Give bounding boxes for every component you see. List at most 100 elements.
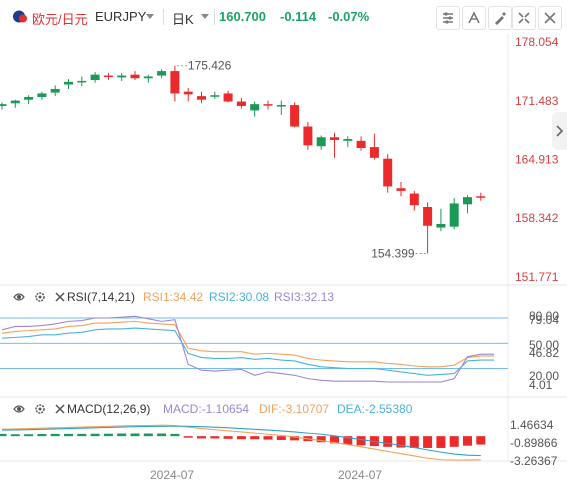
candlestick	[383, 158, 393, 187]
macd-histogram-bar	[170, 433, 180, 437]
price-tick-label: 164.913	[515, 152, 559, 166]
candlestick	[90, 74, 100, 81]
candlestick	[117, 75, 127, 78]
close-icon[interactable]	[54, 403, 66, 415]
rsi-tick-label: 79.04	[529, 313, 559, 327]
close-icon[interactable]	[54, 291, 66, 303]
candlestick	[356, 140, 366, 148]
macd-histogram-bar	[409, 436, 419, 448]
rsi1-value: RSI1:34.42	[143, 290, 204, 304]
macd-histogram-bar	[263, 436, 273, 440]
macd-title: MACD(12,26,9)	[67, 402, 151, 416]
side-panel-toggle[interactable]	[552, 112, 567, 150]
candlestick	[157, 71, 167, 76]
candlestick	[210, 95, 220, 97]
eye-icon[interactable]	[13, 291, 25, 303]
candlestick	[276, 105, 286, 107]
macd-line	[1, 425, 481, 457]
price-tick-label: 171.483	[515, 94, 559, 108]
candlestick	[64, 81, 73, 85]
candlestick	[236, 101, 246, 106]
candlestick	[409, 193, 419, 206]
macd-histogram-bar	[37, 434, 47, 437]
macd-histogram-bar	[476, 436, 486, 445]
candlestick	[37, 93, 47, 98]
rsi2-value: RSI2:30.08	[209, 290, 270, 304]
macd-line	[1, 424, 481, 461]
candlestick	[303, 126, 313, 146]
macd-histogram-bar	[157, 433, 167, 437]
price-tick-label: 178.054	[515, 35, 559, 49]
macd-histogram-bar	[77, 433, 87, 437]
gear-icon[interactable]	[34, 291, 46, 303]
macd-histogram-bar	[0, 433, 7, 437]
macd-histogram-bar	[276, 436, 286, 440]
macd-histogram-bar	[143, 433, 153, 437]
price-tick-label: 158.342	[515, 211, 559, 225]
candlestick	[223, 93, 233, 102]
macd-histogram-bar	[250, 436, 260, 440]
candlestick	[143, 76, 153, 79]
candlestick	[290, 105, 300, 127]
macd-histogram-bar	[197, 436, 206, 439]
macd-histogram-bar	[130, 433, 140, 437]
low-annotation: 154.399	[371, 246, 415, 260]
candlestick	[24, 97, 34, 100]
macd-histogram-bar	[183, 436, 193, 438]
rsi-tick-label: 4.01	[529, 378, 553, 392]
chevron-right-icon	[555, 125, 563, 137]
rsi3-value: RSI3:32.13	[274, 290, 335, 304]
candlestick	[197, 96, 206, 100]
rsi-line	[1, 320, 495, 368]
candlestick	[463, 197, 472, 205]
x-axis-label: 2024-07	[150, 468, 195, 482]
macd-histogram-bar	[356, 436, 366, 446]
price-tick-label: 151.771	[515, 270, 559, 284]
macd-histogram-bar	[50, 433, 60, 437]
rsi-title: RSI(7,14,21)	[67, 290, 136, 304]
rsi-header: RSI(7,14,21) RSI1:34.42 RSI2:30.08 RSI3:…	[0, 290, 520, 306]
macd-histogram-bar	[90, 433, 100, 437]
dif-value: DIF:-3.10707	[259, 402, 330, 416]
macd-tick-label: -3.26367	[510, 454, 558, 468]
candlestick	[0, 104, 7, 106]
high-annotation: 175.426	[188, 59, 232, 73]
macd-histogram-bar	[383, 436, 393, 447]
macd-histogram-bar	[423, 436, 433, 448]
macd-histogram-bar	[436, 436, 446, 448]
macd-histogram-bar	[210, 436, 220, 439]
candlestick	[130, 74, 140, 79]
candlestick	[476, 196, 486, 198]
macd-histogram-bar	[117, 433, 127, 437]
candlestick	[436, 223, 446, 228]
candlestick	[263, 104, 273, 106]
x-axis-label: 2024-07	[338, 468, 383, 482]
candlestick	[343, 139, 353, 141]
macd-tick-label: -0.89866	[510, 436, 558, 450]
macd-histogram-bar	[236, 436, 246, 440]
candlestick	[449, 203, 459, 227]
candlestick	[423, 206, 433, 226]
macd-tick-label: 1.46634	[510, 418, 554, 432]
macd-histogram-bar	[223, 436, 233, 439]
candlestick	[183, 91, 193, 95]
candlestick	[10, 100, 20, 104]
candlestick	[396, 188, 406, 191]
rsi-tick-label: 46.82	[529, 346, 559, 360]
candlestick	[316, 137, 326, 147]
candlestick	[50, 88, 60, 93]
dea-value: DEA:-2.55380	[337, 402, 413, 416]
eye-icon[interactable]	[13, 403, 25, 415]
macd-value: MACD:-1.10654	[163, 402, 250, 416]
candlestick	[369, 147, 379, 158]
candlestick	[170, 71, 180, 94]
candlestick	[250, 104, 260, 111]
macd-histogram-bar	[463, 436, 472, 446]
macd-histogram-bar	[64, 433, 73, 437]
macd-header: MACD(12,26,9) MACD:-1.10654 DIF:-3.10707…	[0, 402, 520, 418]
gear-icon[interactable]	[34, 403, 46, 415]
candlestick	[103, 75, 113, 78]
candlestick	[330, 137, 339, 140]
macd-histogram-bar	[103, 433, 113, 437]
candlestick	[77, 80, 87, 83]
